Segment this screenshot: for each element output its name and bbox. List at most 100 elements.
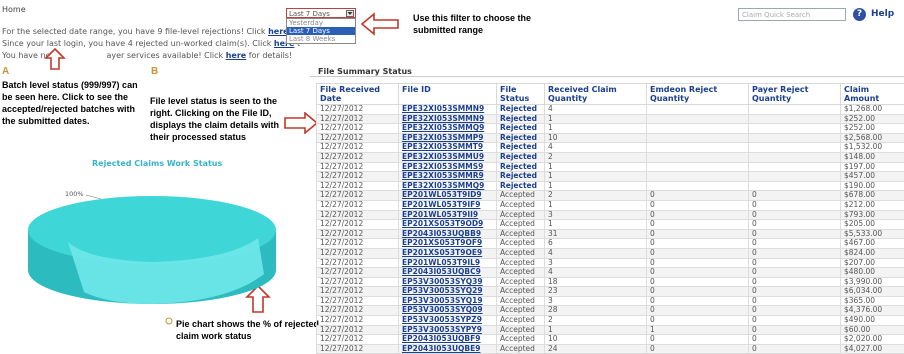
file-rejection-message: For the selected date range, you have 9 … [2,27,294,36]
cell-amount: $5,533.00 [841,229,904,239]
table-row: 12/27/2012EP2043I053UQBF9Accepted1000$2,… [317,335,904,345]
cell-emdeon-qty: 0 [647,200,749,210]
file-id-link[interactable]: EP201WL053T9II9 [402,210,478,219]
chart-title: Rejected Claims Work Status [92,159,222,168]
file-id-link[interactable]: EPE32XI053SMMT9 [402,143,483,152]
cell-payer-qty: 0 [749,325,841,335]
file-id-link[interactable]: EP53V30053SYQ19 [402,296,483,305]
cell-emdeon-qty [647,152,749,162]
cell-file-id: EP201XS053T9OF9 [399,239,497,249]
file-id-link[interactable]: EP201XS053T9OF9 [402,239,482,248]
help-icon[interactable]: ? [853,8,866,21]
divider [310,76,904,77]
file-id-link[interactable]: EPE32XI053SMMR9 [402,172,484,181]
cell-payer-qty: 0 [749,191,841,201]
cell-file-id: EPE32XI053SMMN9 [399,114,497,124]
cell-amount: $480.00 [841,268,904,278]
cell-payer-qty: 0 [749,210,841,220]
cell-date: 12/27/2012 [317,191,399,201]
file-id-link[interactable]: EPE32XI053SMMQ9 [402,181,484,190]
cell-amount: $60.00 [841,325,904,335]
cell-file-id: EPE32XI053SMMQ9 [399,181,497,191]
file-id-link[interactable]: EP2043I053UQBF9 [402,335,480,344]
cell-date: 12/27/2012 [317,124,399,134]
file-id-link[interactable]: EP201WL053T9IF9 [402,200,480,209]
claim-quick-search-input[interactable]: Claim Quick Search [738,8,846,21]
col-file-status[interactable]: File Status [497,84,545,105]
cell-status: Rejected [497,124,545,134]
option-yesterday[interactable]: Yesterday [287,19,355,27]
cell-date: 12/27/2012 [317,296,399,306]
file-id-link[interactable]: EP201XS053T9OE9 [402,248,482,257]
cell-claim-qty: 2 [545,316,647,326]
filter-arrow-icon [360,12,400,36]
help-link[interactable]: Help [871,9,894,19]
payer-services-link[interactable]: here [226,51,247,60]
cell-claim-qty: 1 [545,220,647,230]
cell-claim-qty: 1 [545,325,647,335]
file-id-link[interactable]: EPE32XI053SMMU9 [402,152,484,161]
file-id-link[interactable]: EP201XS053T9OD9 [402,220,483,229]
cell-date: 12/27/2012 [317,229,399,239]
cell-status: Accepted [497,306,545,316]
date-range-select[interactable]: Last 7 Days [286,8,356,18]
col-received-date[interactable]: File Received Date [317,84,399,105]
cell-status: Rejected [497,162,545,172]
cell-amount: $793.00 [841,210,904,220]
file-id-link[interactable]: EP53V30053SYPZ9 [402,316,482,325]
file-summary-table: File Received Date File ID File Status R… [316,83,904,354]
col-claim-amount[interactable]: Claim Amount [841,84,904,105]
cell-emdeon-qty [647,124,749,134]
cell-emdeon-qty: 0 [647,296,749,306]
cell-status: Rejected [497,172,545,182]
option-last-7-days[interactable]: Last 7 Days [287,27,355,35]
table-row: 12/27/2012EP201XS053T9OD9Accepted100$205… [317,220,904,230]
cell-file-id: EPE32XI053SMMS9 [399,162,497,172]
cell-claim-qty: 2 [545,152,647,162]
col-emdeon-reject-qty[interactable]: Emdeon Reject Quantity [647,84,749,105]
col-payer-reject-qty[interactable]: Payer Reject Quantity [749,84,841,105]
cell-claim-qty: 1 [545,181,647,191]
file-id-link[interactable]: EP201WL053T9IL9 [402,258,480,267]
cell-file-id: EP53V30053SYPZ9 [399,316,497,326]
file-id-link[interactable]: EP201WL053T9ID9 [402,191,482,200]
home-breadcrumb[interactable]: Home [2,5,26,14]
file-id-link[interactable]: EP2043I053UQBC9 [402,268,481,277]
file-id-link[interactable]: EPE32XI053SMMN9 [402,114,484,123]
cell-file-id: EP53V30053SYQ19 [399,296,497,306]
cell-payer-qty: 0 [749,306,841,316]
file-id-link[interactable]: EP2043I053UQBB9 [402,229,481,238]
col-file-id[interactable]: File ID [399,84,497,105]
col-received-claim-qty[interactable]: Received Claim Quantity [545,84,647,105]
file-id-link[interactable]: EP53V30053SYQ39 [402,277,483,286]
cell-amount: $824.00 [841,248,904,258]
cell-emdeon-qty: 0 [647,268,749,278]
option-last-8-weeks[interactable]: Last 8 Weeks [287,35,355,43]
file-id-link[interactable]: EPE32XI053SMMP9 [402,133,483,142]
file-id-link[interactable]: EP53V30053SYQ09 [402,306,483,315]
file-id-link[interactable]: EP53V30053SYQ29 [402,287,483,296]
cell-status: Accepted [497,296,545,306]
cell-amount: $4,027.00 [841,344,904,354]
cell-status: Accepted [497,268,545,278]
table-row: 12/27/2012EPE32XI053SMMT9Rejected4$1,532… [317,143,904,153]
cell-emdeon-qty [647,162,749,172]
cell-emdeon-qty: 0 [647,287,749,297]
cell-claim-qty: 1 [545,114,647,124]
cell-emdeon-qty: 0 [647,335,749,345]
dropdown-arrow-icon[interactable] [346,10,354,17]
table-row: 12/27/2012EP53V30053SYQ29Accepted2300$6,… [317,287,904,297]
file-id-link[interactable]: EPE32XI053SMMS9 [402,162,483,171]
file-id-link[interactable]: EPE32XI053SMMN9 [402,105,484,114]
file-id-link[interactable]: EP53V30053SYPY9 [402,325,482,334]
cell-file-id: EP201WL053T9II9 [399,210,497,220]
cell-payer-qty: 0 [749,229,841,239]
table-row: 12/27/2012EP201WL053T9IL9Accepted300$207… [317,258,904,268]
file-id-link[interactable]: EPE32XI053SMMQ9 [402,124,484,133]
cell-date: 12/27/2012 [317,172,399,182]
cell-amount: $205.00 [841,220,904,230]
cell-status: Accepted [497,335,545,345]
table-row: 12/27/2012EP201XS053T9OF9Accepted600$467… [317,239,904,249]
cell-payer-qty: 0 [749,287,841,297]
cell-date: 12/27/2012 [317,239,399,249]
